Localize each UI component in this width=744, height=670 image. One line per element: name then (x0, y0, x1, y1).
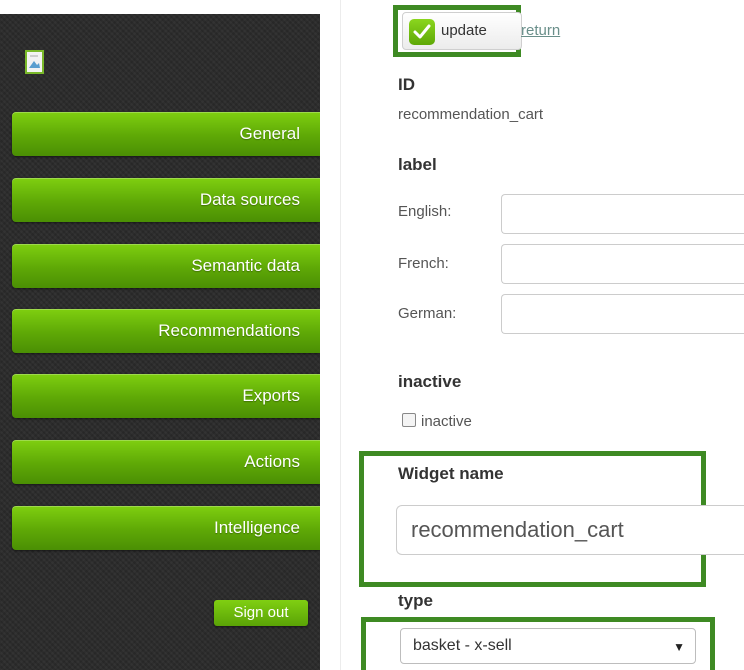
french-field[interactable] (501, 244, 744, 284)
widget-name-field[interactable]: recommendation_cart (396, 505, 744, 555)
french-label: French: (398, 255, 449, 272)
sidebar-item-recommendations[interactable]: Recommendations (12, 309, 320, 353)
update-button-label: update (441, 22, 487, 39)
return-link[interactable]: return (521, 22, 560, 39)
update-button[interactable]: update (402, 12, 522, 50)
broken-image-icon (25, 50, 44, 74)
english-field[interactable] (501, 194, 744, 234)
id-value: recommendation_cart (398, 106, 544, 123)
sign-out-button[interactable]: Sign out (214, 600, 308, 626)
german-field[interactable] (501, 294, 744, 334)
sidebar-item-exports[interactable]: Exports (12, 374, 320, 418)
sidebar-item-general[interactable]: General (12, 112, 320, 156)
inactive-checkbox[interactable] (402, 413, 416, 427)
english-label: English: (398, 203, 452, 220)
inactive-heading: inactive (398, 372, 462, 391)
type-select[interactable]: basket - x-sell ▼ (400, 628, 696, 664)
dropdown-arrow-icon: ▼ (673, 640, 685, 654)
type-select-value: basket - x-sell (413, 637, 512, 654)
type-label: type (398, 591, 433, 610)
id-label: ID (398, 75, 415, 94)
inactive-checkbox-label: inactive (421, 413, 472, 430)
check-icon (409, 19, 435, 45)
sidebar-item-semantic-data[interactable]: Semantic data (12, 244, 320, 288)
sidebar-item-intelligence[interactable]: Intelligence (12, 506, 320, 550)
sidebar-item-data-sources[interactable]: Data sources (12, 178, 320, 222)
german-label: German: (398, 305, 457, 322)
sidebar-item-actions[interactable]: Actions (12, 440, 320, 484)
widget-name-label: Widget name (398, 464, 504, 483)
label-heading: label (398, 155, 437, 174)
